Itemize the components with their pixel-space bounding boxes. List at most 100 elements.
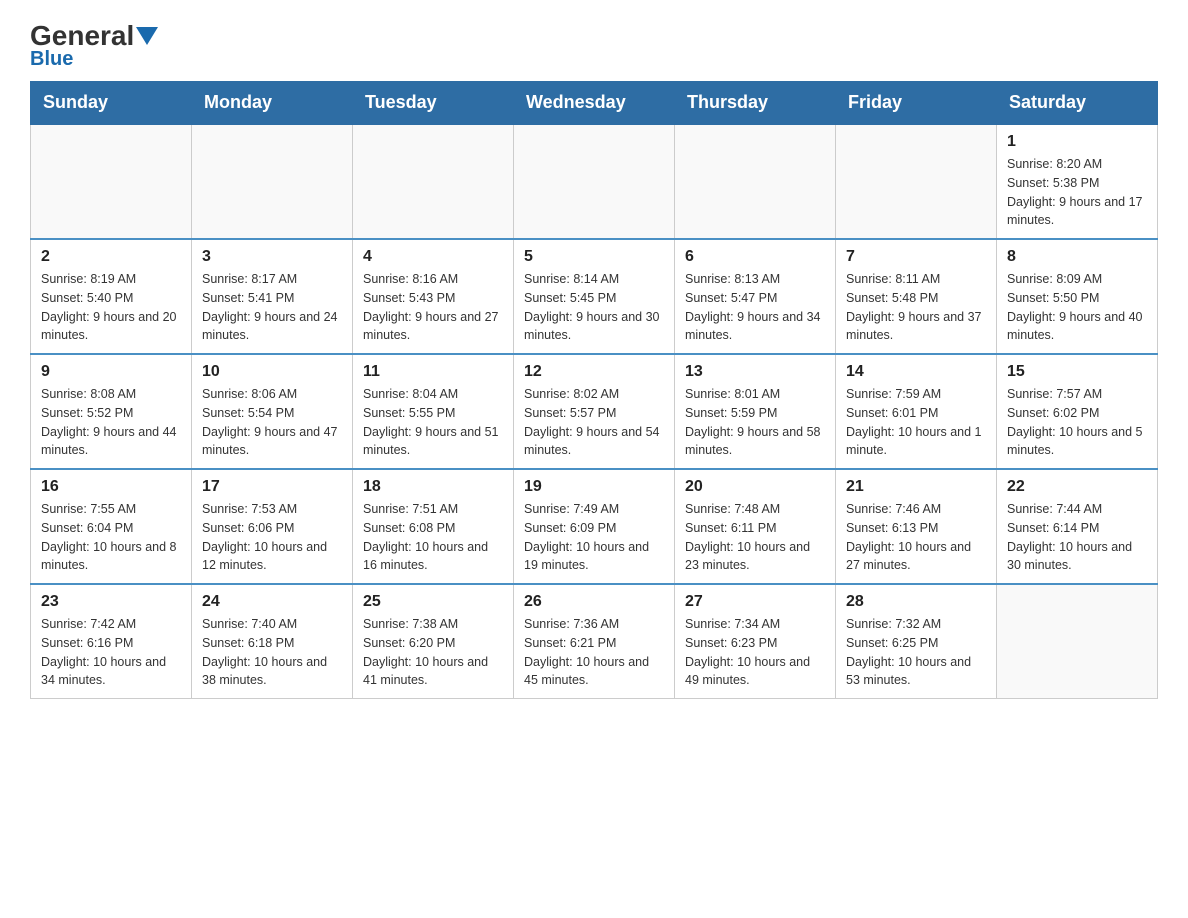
logo-triangle-icon — [136, 27, 158, 45]
day-number: 7 — [846, 248, 986, 266]
day-number: 15 — [1007, 363, 1147, 381]
day-info: Sunrise: 7:55 AMSunset: 6:04 PMDaylight:… — [41, 500, 181, 575]
weekday-header-monday: Monday — [192, 82, 353, 125]
week-row-4: 16 Sunrise: 7:55 AMSunset: 6:04 PMDayligh… — [31, 469, 1158, 584]
day-info: Sunrise: 8:02 AMSunset: 5:57 PMDaylight:… — [524, 385, 664, 460]
calendar-cell — [836, 124, 997, 239]
weekday-header-friday: Friday — [836, 82, 997, 125]
day-number: 11 — [363, 363, 503, 381]
day-number: 4 — [363, 248, 503, 266]
calendar-cell: 19 Sunrise: 7:49 AMSunset: 6:09 PMDayligh… — [514, 469, 675, 584]
day-info: Sunrise: 7:59 AMSunset: 6:01 PMDaylight:… — [846, 385, 986, 460]
day-number: 27 — [685, 593, 825, 611]
logo: General Blue — [30, 20, 158, 71]
week-row-5: 23 Sunrise: 7:42 AMSunset: 6:16 PMDayligh… — [31, 584, 1158, 699]
weekday-header-wednesday: Wednesday — [514, 82, 675, 125]
day-number: 19 — [524, 478, 664, 496]
day-number: 13 — [685, 363, 825, 381]
calendar-cell: 3 Sunrise: 8:17 AMSunset: 5:41 PMDaylight… — [192, 239, 353, 354]
day-info: Sunrise: 7:32 AMSunset: 6:25 PMDaylight:… — [846, 615, 986, 690]
calendar-cell: 6 Sunrise: 8:13 AMSunset: 5:47 PMDaylight… — [675, 239, 836, 354]
calendar-cell — [997, 584, 1158, 699]
calendar-cell: 16 Sunrise: 7:55 AMSunset: 6:04 PMDayligh… — [31, 469, 192, 584]
day-info: Sunrise: 8:04 AMSunset: 5:55 PMDaylight:… — [363, 385, 503, 460]
calendar-cell: 12 Sunrise: 8:02 AMSunset: 5:57 PMDayligh… — [514, 354, 675, 469]
calendar-cell — [675, 124, 836, 239]
logo-blue: Blue — [30, 48, 73, 71]
day-info: Sunrise: 8:19 AMSunset: 5:40 PMDaylight:… — [41, 270, 181, 345]
week-row-1: 1 Sunrise: 8:20 AMSunset: 5:38 PMDaylight… — [31, 124, 1158, 239]
day-info: Sunrise: 7:53 AMSunset: 6:06 PMDaylight:… — [202, 500, 342, 575]
day-number: 22 — [1007, 478, 1147, 496]
day-info: Sunrise: 7:38 AMSunset: 6:20 PMDaylight:… — [363, 615, 503, 690]
day-info: Sunrise: 7:34 AMSunset: 6:23 PMDaylight:… — [685, 615, 825, 690]
calendar-cell: 4 Sunrise: 8:16 AMSunset: 5:43 PMDaylight… — [353, 239, 514, 354]
weekday-header-sunday: Sunday — [31, 82, 192, 125]
day-number: 26 — [524, 593, 664, 611]
calendar-cell — [31, 124, 192, 239]
calendar-cell: 2 Sunrise: 8:19 AMSunset: 5:40 PMDaylight… — [31, 239, 192, 354]
day-info: Sunrise: 8:16 AMSunset: 5:43 PMDaylight:… — [363, 270, 503, 345]
day-number: 3 — [202, 248, 342, 266]
day-number: 18 — [363, 478, 503, 496]
day-number: 1 — [1007, 133, 1147, 151]
calendar-cell: 18Sunrise: 7:51 AMSunset: 6:08 PMDayligh… — [353, 469, 514, 584]
day-number: 12 — [524, 363, 664, 381]
day-info: Sunrise: 7:49 AMSunset: 6:09 PMDaylight:… — [524, 500, 664, 575]
day-number: 23 — [41, 593, 181, 611]
day-number: 20 — [685, 478, 825, 496]
calendar-cell: 21Sunrise: 7:46 AMSunset: 6:13 PMDayligh… — [836, 469, 997, 584]
calendar-cell: 10 Sunrise: 8:06 AMSunset: 5:54 PMDayligh… — [192, 354, 353, 469]
calendar-cell: 28 Sunrise: 7:32 AMSunset: 6:25 PMDayligh… — [836, 584, 997, 699]
weekday-header-row: SundayMondayTuesdayWednesdayThursdayFrid… — [31, 82, 1158, 125]
calendar-cell: 23 Sunrise: 7:42 AMSunset: 6:16 PMDayligh… — [31, 584, 192, 699]
day-number: 10 — [202, 363, 342, 381]
page-header: General Blue — [30, 20, 1158, 71]
day-info: Sunrise: 8:20 AMSunset: 5:38 PMDaylight:… — [1007, 155, 1147, 230]
calendar-cell: 15 Sunrise: 7:57 AMSunset: 6:02 PMDayligh… — [997, 354, 1158, 469]
week-row-3: 9Sunrise: 8:08 AMSunset: 5:52 PMDaylight… — [31, 354, 1158, 469]
day-info: Sunrise: 8:06 AMSunset: 5:54 PMDaylight:… — [202, 385, 342, 460]
calendar-cell: 14 Sunrise: 7:59 AMSunset: 6:01 PMDayligh… — [836, 354, 997, 469]
calendar-cell: 22 Sunrise: 7:44 AMSunset: 6:14 PMDayligh… — [997, 469, 1158, 584]
day-number: 21 — [846, 478, 986, 496]
calendar-cell — [353, 124, 514, 239]
calendar-cell: 7 Sunrise: 8:11 AMSunset: 5:48 PMDaylight… — [836, 239, 997, 354]
calendar-cell: 11 Sunrise: 8:04 AMSunset: 5:55 PMDayligh… — [353, 354, 514, 469]
calendar-cell: 20Sunrise: 7:48 AMSunset: 6:11 PMDayligh… — [675, 469, 836, 584]
day-info: Sunrise: 8:11 AMSunset: 5:48 PMDaylight:… — [846, 270, 986, 345]
day-number: 24 — [202, 593, 342, 611]
day-number: 25 — [363, 593, 503, 611]
day-number: 5 — [524, 248, 664, 266]
day-info: Sunrise: 8:09 AMSunset: 5:50 PMDaylight:… — [1007, 270, 1147, 345]
day-number: 14 — [846, 363, 986, 381]
day-info: Sunrise: 7:44 AMSunset: 6:14 PMDaylight:… — [1007, 500, 1147, 575]
calendar-cell — [192, 124, 353, 239]
week-row-2: 2 Sunrise: 8:19 AMSunset: 5:40 PMDaylight… — [31, 239, 1158, 354]
day-number: 17 — [202, 478, 342, 496]
day-info: Sunrise: 7:57 AMSunset: 6:02 PMDaylight:… — [1007, 385, 1147, 460]
day-number: 8 — [1007, 248, 1147, 266]
calendar-cell — [514, 124, 675, 239]
day-info: Sunrise: 7:40 AMSunset: 6:18 PMDaylight:… — [202, 615, 342, 690]
calendar-cell: 13 Sunrise: 8:01 AMSunset: 5:59 PMDayligh… — [675, 354, 836, 469]
calendar-cell: 25 Sunrise: 7:38 AMSunset: 6:20 PMDayligh… — [353, 584, 514, 699]
calendar-cell: 1 Sunrise: 8:20 AMSunset: 5:38 PMDaylight… — [997, 124, 1158, 239]
day-number: 2 — [41, 248, 181, 266]
day-number: 6 — [685, 248, 825, 266]
calendar-cell: 8 Sunrise: 8:09 AMSunset: 5:50 PMDaylight… — [997, 239, 1158, 354]
weekday-header-thursday: Thursday — [675, 82, 836, 125]
day-info: Sunrise: 8:13 AMSunset: 5:47 PMDaylight:… — [685, 270, 825, 345]
day-info: Sunrise: 8:08 AMSunset: 5:52 PMDaylight:… — [41, 385, 181, 460]
day-number: 28 — [846, 593, 986, 611]
day-number: 16 — [41, 478, 181, 496]
calendar-table: SundayMondayTuesdayWednesdayThursdayFrid… — [30, 81, 1158, 699]
day-info: Sunrise: 8:14 AMSunset: 5:45 PMDaylight:… — [524, 270, 664, 345]
calendar-cell: 27 Sunrise: 7:34 AMSunset: 6:23 PMDayligh… — [675, 584, 836, 699]
day-info: Sunrise: 7:42 AMSunset: 6:16 PMDaylight:… — [41, 615, 181, 690]
calendar-cell: 9Sunrise: 8:08 AMSunset: 5:52 PMDaylight… — [31, 354, 192, 469]
day-info: Sunrise: 8:17 AMSunset: 5:41 PMDaylight:… — [202, 270, 342, 345]
calendar-cell: 24 Sunrise: 7:40 AMSunset: 6:18 PMDayligh… — [192, 584, 353, 699]
calendar-cell: 5 Sunrise: 8:14 AMSunset: 5:45 PMDaylight… — [514, 239, 675, 354]
day-info: Sunrise: 8:01 AMSunset: 5:59 PMDaylight:… — [685, 385, 825, 460]
